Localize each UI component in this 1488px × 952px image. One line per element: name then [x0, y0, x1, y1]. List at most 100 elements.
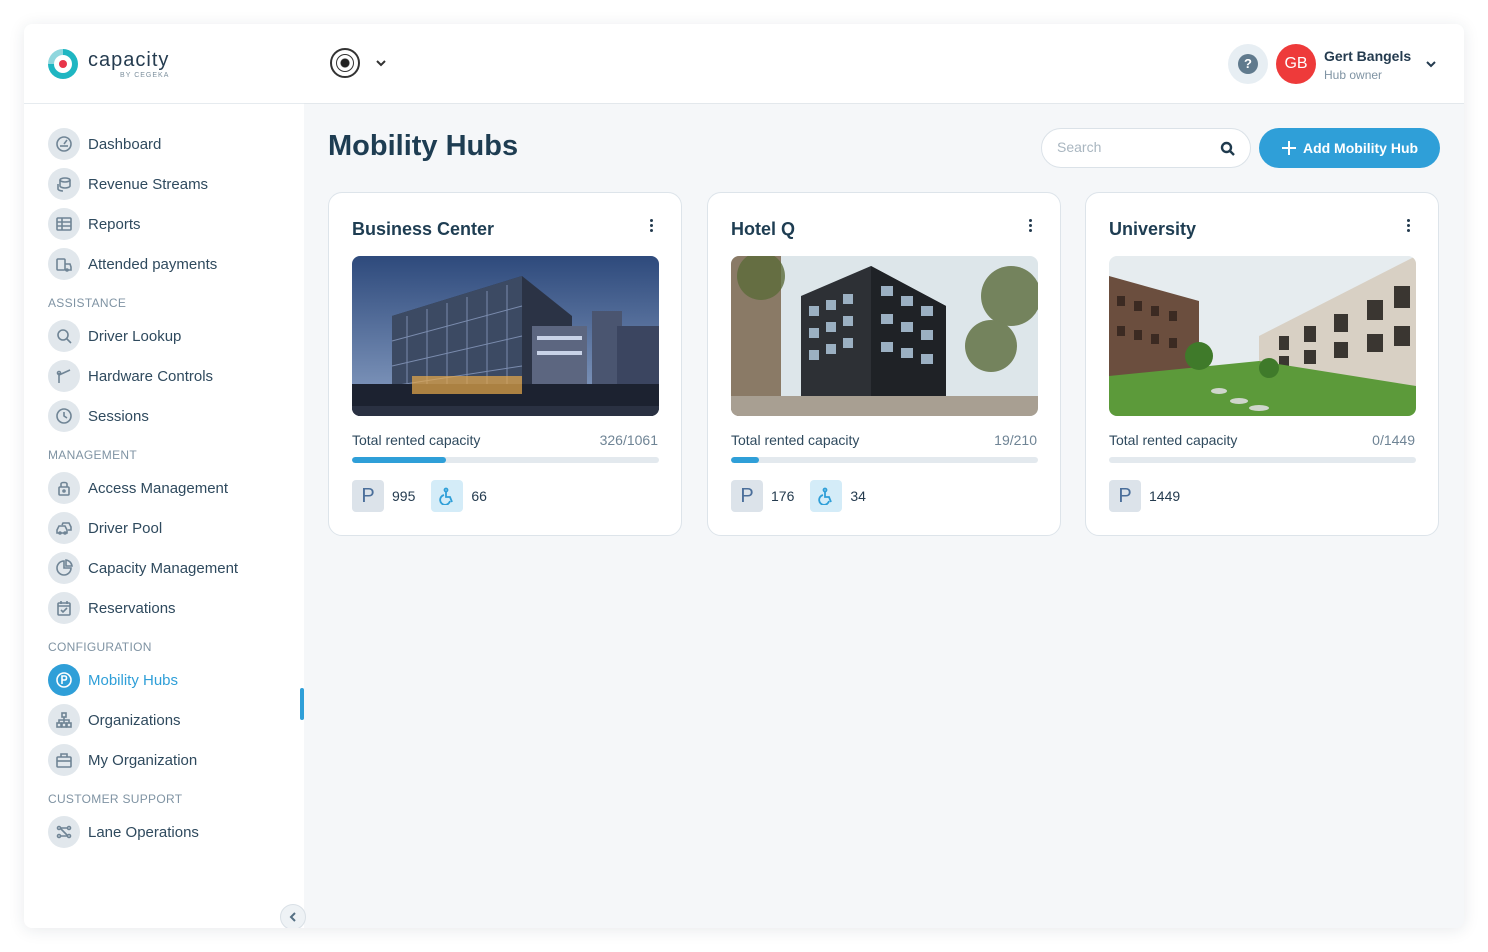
sidebar-item-label: Capacity Management — [88, 559, 239, 577]
parking-icon — [48, 664, 80, 696]
sidebar-nav: Dashboard Revenue Streams Reports Attended … — [48, 128, 288, 856]
sidebar-item-driver-pool[interactable]: Driver Pool — [48, 512, 288, 544]
app-frame: capacity BY CEGEKA Dashboard Revenue Stre… — [24, 24, 1464, 928]
org-chart-icon — [48, 704, 80, 736]
sidebar-item-dashboard[interactable]: Dashboard — [48, 128, 288, 160]
organization-seal-icon — [330, 48, 360, 78]
mobility-hub-card[interactable]: Business Center Total rented capacity 326/… — [328, 192, 682, 536]
briefcase-icon — [48, 744, 80, 776]
more-options-icon[interactable] — [637, 213, 665, 237]
capacity-logo-icon — [48, 49, 78, 79]
mobility-hub-card[interactable]: Hotel Q Total rented capacity 19/210 P 176 34 — [707, 192, 1061, 536]
search-icon — [48, 320, 80, 352]
sidebar-item-attended-payments[interactable]: Attended payments — [48, 248, 288, 280]
hub-name: University — [1109, 219, 1197, 239]
calendar-check-icon — [48, 592, 80, 624]
sidebar-item-hardware-controls[interactable]: Hardware Controls — [48, 360, 288, 392]
sidebar-item-driver-lookup[interactable]: Driver Lookup — [48, 320, 288, 352]
sidebar-item-label: Reservations — [88, 599, 176, 617]
sidebar-item-label: Revenue Streams — [88, 175, 209, 193]
cars-icon — [48, 512, 80, 544]
table-icon — [48, 208, 80, 240]
dashboard-icon — [48, 128, 80, 160]
capacity-progress-fill — [352, 457, 447, 463]
hotel-building-photo — [731, 256, 1038, 416]
organization-switcher[interactable] — [330, 48, 388, 78]
capacity-label: Total rented capacity — [352, 432, 481, 448]
more-options-icon[interactable] — [1394, 213, 1422, 237]
help-button[interactable]: ? — [1228, 44, 1268, 84]
sidebar-item-label: Attended payments — [88, 255, 218, 273]
logo-name: capacity — [88, 48, 170, 71]
lanes-icon — [48, 816, 80, 848]
capacity-value: 0/1449 — [1372, 432, 1415, 448]
sidebar-divider — [24, 103, 304, 104]
sidebar-item-label: Driver Lookup — [88, 327, 182, 345]
capacity-label: Total rented capacity — [731, 432, 860, 448]
accessible-count: 34 — [850, 488, 866, 504]
sidebar-item-sessions[interactable]: Sessions — [48, 400, 288, 432]
logo-subtitle: BY CEGEKA — [120, 71, 170, 79]
user-menu-chevron-icon[interactable] — [1424, 57, 1438, 71]
capacity-value: 326/1061 — [599, 432, 658, 448]
user-avatar[interactable]: GB — [1276, 44, 1316, 84]
parking-count: 176 — [771, 488, 795, 504]
wheelchair-icon — [810, 480, 843, 512]
wheelchair-icon — [431, 480, 464, 512]
capacity-progress-bar — [352, 457, 659, 463]
pie-chart-icon — [48, 552, 80, 584]
capacity-progress-fill — [731, 457, 759, 463]
sidebar-item-label: Driver Pool — [88, 519, 163, 537]
mobility-hub-card[interactable]: University Total rented capacity 0/1449 P 14… — [1085, 192, 1439, 536]
sidebar-item-lane-operations[interactable]: Lane Operations — [48, 816, 288, 848]
accessible-count: 66 — [471, 488, 487, 504]
user-menu[interactable]: Gert Bangels Hub owner — [1324, 48, 1411, 82]
hub-name: Business Center — [352, 219, 495, 239]
hub-stats: P 995 66 — [352, 480, 503, 512]
sidebar-item-capacity-management[interactable]: Capacity Management — [48, 552, 288, 584]
sidebar-item-label: Dashboard — [88, 135, 162, 153]
capacity-label: Total rented capacity — [1109, 432, 1238, 448]
search-input[interactable] — [1057, 139, 1207, 155]
sidebar-item-label: Organizations — [88, 711, 181, 729]
nav-section-title: ASSISTANCE — [48, 296, 127, 310]
office-building-photo — [352, 256, 659, 416]
parking-count: 1449 — [1149, 488, 1181, 504]
parking-count: 995 — [392, 488, 416, 504]
sidebar-item-revenue-streams[interactable]: Revenue Streams — [48, 168, 288, 200]
more-options-icon[interactable] — [1016, 213, 1044, 237]
capacity-progress-bar — [731, 457, 1038, 463]
add-mobility-hub-label: Add Mobility Hub — [1302, 140, 1419, 156]
sidebar: capacity BY CEGEKA Dashboard Revenue Stre… — [24, 24, 306, 928]
chevron-down-icon — [374, 56, 388, 70]
sidebar-item-organizations[interactable]: Organizations — [48, 704, 288, 736]
search-box — [1041, 128, 1251, 168]
coins-icon — [48, 168, 80, 200]
sidebar-item-label: Lane Operations — [88, 823, 199, 841]
collapse-sidebar-button[interactable] — [280, 904, 306, 928]
user-role: Hub owner — [1324, 68, 1383, 82]
capacity-value: 19/210 — [994, 432, 1037, 448]
sidebar-item-my-organization[interactable]: My Organization — [48, 744, 288, 776]
barrier-icon — [48, 360, 80, 392]
question-icon: ? — [1238, 54, 1258, 74]
sidebar-item-label: Hardware Controls — [88, 367, 214, 385]
sidebar-item-label: Mobility Hubs — [88, 671, 179, 689]
user-name: Gert Bangels — [1324, 48, 1412, 64]
page-title: Mobility Hubs — [328, 130, 519, 162]
lock-icon — [48, 472, 80, 504]
sidebar-item-label: Access Management — [88, 479, 229, 497]
sidebar-item-mobility-hubs[interactable]: Mobility Hubs — [48, 664, 288, 696]
sidebar-item-access-management[interactable]: Access Management — [48, 472, 288, 504]
topbar: ? GB Gert Bangels Hub owner — [304, 24, 1464, 104]
capacity-logo[interactable]: capacity BY CEGEKA — [48, 48, 169, 80]
sidebar-item-reservations[interactable]: Reservations — [48, 592, 288, 624]
sidebar-item-reports[interactable]: Reports — [48, 208, 288, 240]
search-icon[interactable] — [1220, 141, 1236, 157]
parking-icon: P — [1109, 480, 1141, 512]
hub-stats: P 1449 — [1109, 480, 1196, 512]
capacity-progress-bar — [1109, 457, 1416, 463]
university-campus-photo — [1109, 256, 1416, 416]
add-mobility-hub-button[interactable]: Add Mobility Hub — [1259, 128, 1440, 168]
plus-icon — [1281, 141, 1296, 155]
